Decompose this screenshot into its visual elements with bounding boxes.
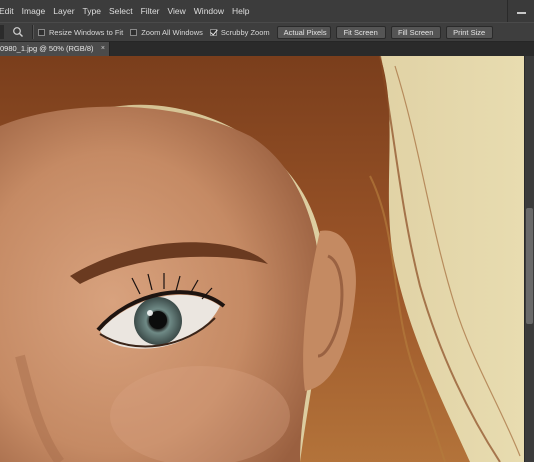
- document-tab[interactable]: 0980_1.jpg @ 50% (RGB/8) ×: [0, 42, 110, 56]
- close-icon[interactable]: ×: [101, 42, 105, 56]
- zoom-all-windows-box[interactable]: [130, 28, 138, 36]
- menu-filter[interactable]: Filter: [141, 6, 168, 16]
- zoom-icon: [0, 25, 4, 39]
- resize-windows-box[interactable]: [38, 28, 45, 36]
- document-tab-bar: 0980_1.jpg @ 50% (RGB/8) ×: [0, 42, 534, 56]
- menu-window[interactable]: Window: [194, 6, 232, 16]
- fill-screen-button[interactable]: Fill Screen: [390, 25, 441, 39]
- options-bar: Resize Windows to Fit Zoom All Windows S…: [0, 22, 534, 42]
- scrubby-zoom-box[interactable]: [209, 28, 217, 36]
- scrubby-zoom-label: Scrubby Zoom: [220, 27, 270, 37]
- document-canvas[interactable]: [0, 56, 524, 462]
- menu-view[interactable]: View: [168, 6, 194, 16]
- document-tab-label: 0980_1.jpg @ 50% (RGB/8): [0, 44, 94, 53]
- vertical-scrollbar[interactable]: [524, 56, 534, 462]
- zoom-tool-preset-picker[interactable]: [0, 25, 14, 39]
- print-size-button[interactable]: Print Size: [445, 25, 493, 39]
- actual-pixels-button[interactable]: Actual Pixels: [276, 25, 331, 39]
- scrubby-zoom-checkbox[interactable]: Scrubby Zoom: [209, 27, 270, 37]
- menu-bar: Edit Image Layer Type Select Filter View…: [0, 0, 534, 22]
- menu-edit[interactable]: Edit: [0, 6, 22, 16]
- menu-layer[interactable]: Layer: [53, 6, 82, 16]
- zoom-all-windows-label: Zoom All Windows: [141, 27, 203, 37]
- menu-type[interactable]: Type: [83, 6, 109, 16]
- zoom-all-windows-checkbox[interactable]: Zoom All Windows: [130, 28, 203, 37]
- minimize-button[interactable]: [507, 0, 534, 22]
- menu-image[interactable]: Image: [22, 6, 54, 16]
- resize-windows-label: Resize Windows to Fit: [49, 27, 124, 37]
- fit-screen-button[interactable]: Fit Screen: [335, 25, 386, 39]
- minimize-icon: [516, 12, 526, 14]
- resize-windows-checkbox[interactable]: Resize Windows to Fit: [38, 28, 123, 37]
- scrollbar-thumb[interactable]: [526, 208, 533, 324]
- menu-select[interactable]: Select: [109, 6, 141, 16]
- photo: [0, 56, 524, 462]
- menu-help[interactable]: Help: [232, 6, 257, 16]
- options-separator: [32, 25, 34, 39]
